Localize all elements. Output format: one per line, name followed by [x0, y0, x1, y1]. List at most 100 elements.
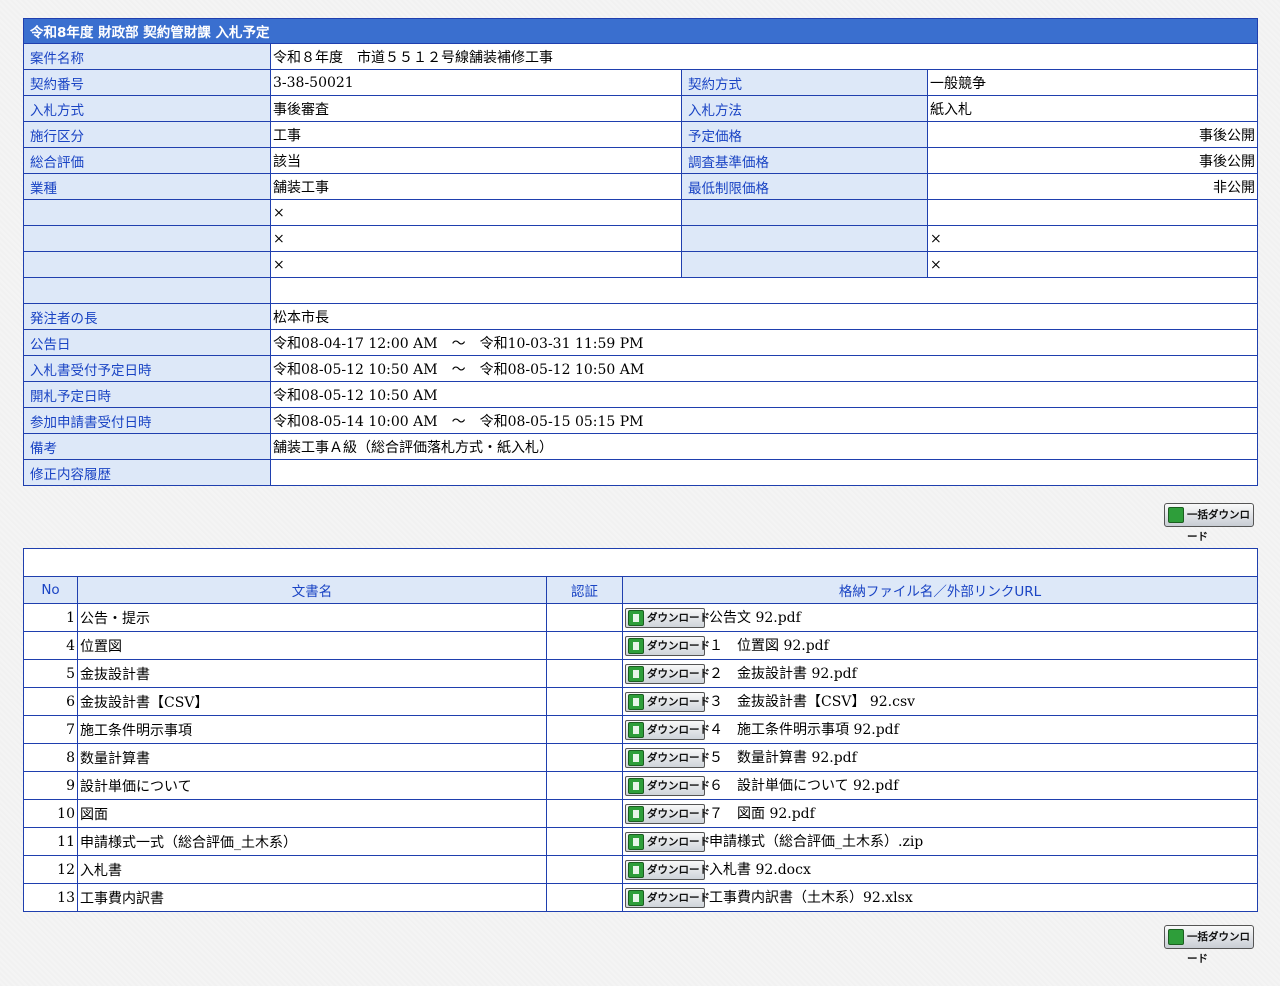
doc-file-cell: ダウンロード入札書 92.docx — [622, 855, 1258, 884]
file-name-link[interactable]: 工事費内訳書（土木系）92.xlsx — [709, 890, 913, 906]
download-label: ダウンロード — [647, 724, 710, 736]
info-value: 事後審査 — [270, 95, 682, 122]
doc-file-cell: ダウンロード６ 設計単価について 92.pdf — [622, 771, 1258, 800]
doc-no: 6 — [23, 687, 78, 716]
bulk-download-button[interactable]: 一括ダウンロード — [1164, 925, 1254, 965]
info-label — [681, 225, 928, 252]
doc-name: 金抜設計書【CSV】 — [77, 687, 547, 716]
file-name-link[interactable]: ４ 施工条件明示事項 92.pdf — [709, 722, 899, 738]
download-label: ダウンロード — [647, 640, 710, 652]
download-button[interactable]: ダウンロード — [625, 636, 710, 656]
download-button[interactable]: ダウンロード — [625, 860, 710, 880]
file-name-link[interactable]: ７ 図面 92.pdf — [709, 806, 815, 822]
file-name-link[interactable]: ５ 数量計算書 92.pdf — [709, 750, 857, 766]
floppy-disk-icon — [628, 750, 644, 766]
floppy-disk-icon — [628, 666, 644, 682]
column-header-file: 格納ファイル名／外部リンクURL — [622, 576, 1258, 604]
doc-no: 10 — [23, 799, 78, 828]
info-label — [23, 199, 271, 226]
info-value: 事後公開 — [927, 121, 1258, 148]
project-name-value: 令和８年度 市道５５１２号線舗装補修工事 — [270, 43, 1258, 70]
bulk-download-button[interactable]: 一括ダウンロード — [1164, 503, 1254, 543]
remarks-label: 備考 — [23, 433, 271, 460]
info-label — [681, 199, 928, 226]
download-button[interactable]: ダウンロード — [625, 608, 710, 628]
info-label: 入札方式 — [23, 95, 271, 122]
file-name-link[interactable]: ６ 設計単価について 92.pdf — [709, 778, 898, 794]
download-button[interactable]: ダウンロード — [625, 776, 710, 796]
file-name-link[interactable]: 公告文 92.pdf — [709, 610, 801, 626]
column-header-doc-name: 文書名 — [77, 576, 547, 604]
remarks-value: 舗装工事Ａ級（総合評価落札方式・紙入札） — [270, 433, 1258, 460]
download-label: ダウンロード — [647, 892, 710, 904]
doc-auth — [546, 799, 623, 828]
doc-file-cell: ダウンロード工事費内訳書（土木系）92.xlsx — [622, 883, 1258, 912]
bulk-download-label: 一括ダウンロード — [1187, 931, 1250, 965]
info-label: 施行区分 — [23, 121, 271, 148]
file-name-link[interactable]: ２ 金抜設計書 92.pdf — [709, 666, 857, 682]
info-label: 総合評価 — [23, 147, 271, 174]
floppy-disk-icon — [628, 722, 644, 738]
column-header-no: No — [23, 576, 78, 604]
download-label: ダウンロード — [647, 668, 710, 680]
file-name-link[interactable]: １ 位置図 92.pdf — [709, 638, 829, 654]
bid-receipt-label: 入札書受付予定日時 — [23, 355, 271, 382]
column-header-auth: 認証 — [546, 576, 623, 604]
doc-no: 9 — [23, 771, 78, 800]
download-label: ダウンロード — [647, 696, 710, 708]
download-button[interactable]: ダウンロード — [625, 748, 710, 768]
doc-auth — [546, 827, 623, 856]
application-date-label: 参加申請書受付日時 — [23, 407, 271, 434]
table-row: 7 施工条件明示事項 ダウンロード４ 施工条件明示事項 92.pdf — [23, 715, 1258, 744]
doc-no: 12 — [23, 855, 78, 884]
download-button[interactable]: ダウンロード — [625, 720, 710, 740]
floppy-disk-icon — [1168, 507, 1184, 523]
download-label: ダウンロード — [647, 808, 710, 820]
file-name-link[interactable]: 入札書 92.docx — [709, 862, 811, 878]
doc-name: 数量計算書 — [77, 743, 547, 772]
info-label: 予定価格 — [681, 121, 928, 148]
doc-name: 公告・提示 — [77, 603, 547, 632]
floppy-disk-icon — [628, 638, 644, 654]
info-value — [927, 199, 1258, 226]
download-button[interactable]: ダウンロード — [625, 804, 710, 824]
download-label: ダウンロード — [647, 780, 710, 792]
download-button[interactable]: ダウンロード — [625, 888, 710, 908]
doc-no: 7 — [23, 715, 78, 744]
table-row: 4 位置図 ダウンロード１ 位置図 92.pdf — [23, 631, 1258, 660]
revision-history-label: 修正内容履歴 — [23, 459, 271, 486]
info-value: 工事 — [270, 121, 682, 148]
download-button[interactable]: ダウンロード — [625, 692, 710, 712]
file-name-link[interactable]: ３ 金抜設計書【CSV】 92.csv — [709, 694, 915, 710]
doc-no: 5 — [23, 659, 78, 688]
doc-no: 11 — [23, 827, 78, 856]
info-value: 非公開 — [927, 173, 1258, 200]
info-label — [23, 251, 271, 278]
doc-file-cell: ダウンロード公告文 92.pdf — [622, 603, 1258, 632]
info-value: 一般競争 — [927, 69, 1258, 96]
info-value: 3-38-50021 — [270, 69, 682, 96]
info-value: × — [270, 251, 682, 278]
bulk-download-label: 一括ダウンロード — [1187, 509, 1250, 543]
info-value: × — [270, 199, 682, 226]
table-row: 5 金抜設計書 ダウンロード２ 金抜設計書 92.pdf — [23, 659, 1258, 688]
doc-no: 1 — [23, 603, 78, 632]
download-button[interactable]: ダウンロード — [625, 664, 710, 684]
file-name-link[interactable]: 申請様式（総合評価_土木系）.zip — [709, 834, 923, 850]
doc-name: 申請様式一式（総合評価_土木系） — [77, 827, 547, 856]
doc-name: 位置図 — [77, 631, 547, 660]
orderer-value: 松本市長 — [270, 303, 1258, 330]
floppy-disk-icon — [628, 610, 644, 626]
info-value: × — [927, 225, 1258, 252]
info-value: 事後公開 — [927, 147, 1258, 174]
info-label — [23, 225, 271, 252]
info-label: 業種 — [23, 173, 271, 200]
revision-history-value — [270, 459, 1258, 486]
doc-auth — [546, 743, 623, 772]
bid-info-table: 令和8年度 財政部 契約管財課 入札予定 案件名称 令和８年度 市道５５１２号線… — [23, 18, 1258, 486]
doc-name: 金抜設計書 — [77, 659, 547, 688]
download-button[interactable]: ダウンロード — [625, 832, 710, 852]
doc-file-cell: ダウンロード３ 金抜設計書【CSV】 92.csv — [622, 687, 1258, 716]
bid-info-header: 令和8年度 財政部 契約管財課 入札予定 — [23, 18, 1258, 44]
info-label — [681, 251, 928, 278]
